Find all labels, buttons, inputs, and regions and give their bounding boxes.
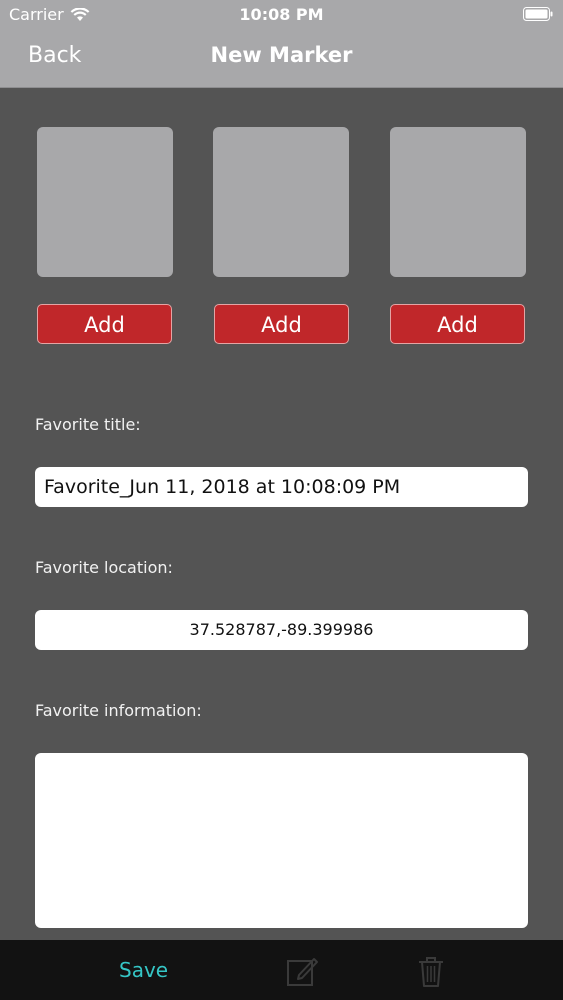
- favorite-title-field[interactable]: Favorite_Jun 11, 2018 at 10:08:09 PM: [35, 467, 528, 507]
- photo-slot-1[interactable]: [37, 127, 173, 277]
- edit-icon[interactable]: [285, 954, 319, 988]
- add-photo-button-2[interactable]: Add: [214, 304, 349, 344]
- new-marker-screen: Carrier 10:08 PM Back New Marker Add Add…: [0, 0, 563, 1000]
- favorite-information-label: Favorite information:: [35, 701, 202, 720]
- photo-slot-2[interactable]: [213, 127, 349, 277]
- bottom-toolbar: Save: [0, 940, 563, 1000]
- favorite-title-label: Favorite title:: [35, 415, 141, 434]
- trash-icon[interactable]: [414, 954, 448, 988]
- navigation-bar: Carrier 10:08 PM Back New Marker: [0, 0, 563, 88]
- add-photo-button-3[interactable]: Add: [390, 304, 525, 344]
- favorite-information-textarea[interactable]: [35, 753, 528, 928]
- favorite-location-label: Favorite location:: [35, 558, 173, 577]
- add-photo-button-1[interactable]: Add: [37, 304, 172, 344]
- favorite-location-field[interactable]: 37.528787,-89.399986: [35, 610, 528, 650]
- save-button[interactable]: Save: [119, 958, 168, 982]
- status-time: 10:08 PM: [239, 5, 324, 24]
- battery-icon: [523, 7, 553, 21]
- page-title: New Marker: [210, 43, 353, 67]
- photo-slot-3[interactable]: [390, 127, 526, 277]
